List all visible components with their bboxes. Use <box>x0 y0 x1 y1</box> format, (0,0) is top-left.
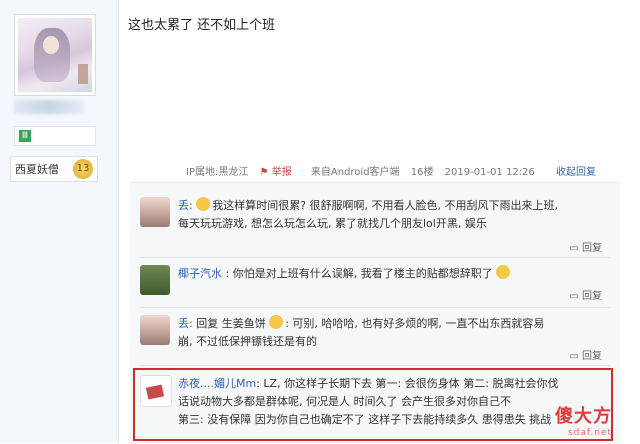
avatar-seal <box>78 64 88 84</box>
reply-text-2: 每天玩玩游戏, 想怎么玩怎么玩, 累了就找几个朋友lol开黑, 娱乐 <box>178 217 487 230</box>
collapse-replies-button[interactable]: 收起回复 <box>556 167 596 178</box>
reply-mention[interactable]: 回复 生姜鱼饼 <box>196 317 266 330</box>
reply-item: 椰子汽水 : 你怕是对上班有什么误解, 我看了楼主的贴都想辞职了 ▭ 回复 <box>140 265 610 305</box>
reply-text-3: 第三: 没有保障 因为你自己也确定不了 这样子下去能持续多久 患得患失 挑战 <box>178 413 552 426</box>
reply-avatar[interactable] <box>140 265 170 295</box>
reply-button-label: 回复 <box>582 351 602 362</box>
reply-body: 丢: 回复 生姜鱼饼 : 可别, 哈哈哈, 也有好多烦的啊, 一直不出东西就容易… <box>178 315 610 351</box>
reply-line: 椰子汽水 : 你怕是对上班有什么误解, 我看了楼主的贴都想辞职了 <box>178 265 610 283</box>
reply-line: 丢: 回复 生姜鱼饼 : 可别, 哈哈哈, 也有好多烦的啊, 一直不出东西就容易 <box>178 315 610 333</box>
reply-text-2: 崩, 不过低保押镖钱还是有的 <box>178 335 317 348</box>
reply-avatar[interactable] <box>140 315 170 345</box>
level-icon: Ⅲ <box>19 130 31 142</box>
reply-body: 椰子汽水 : 你怕是对上班有什么误解, 我看了楼主的贴都想辞职了 <box>178 265 610 283</box>
badge-level-icon: 13 <box>73 159 93 179</box>
watermark-sub: sdaf.net <box>567 428 612 438</box>
reply-button[interactable]: ▭ 回复 <box>569 347 602 362</box>
divider <box>140 257 610 258</box>
reply-item: 丢: 我这样算时间很累? 很舒服啊啊, 不用看人脸色, 不用刮风下雨出来上班, … <box>140 197 610 254</box>
reply-text-2: 话说动物大多都是群体呢, 何况是人 时间久了 会产生很多对你自己不 <box>178 395 511 408</box>
post-source: 来自Android客户端 <box>310 167 400 178</box>
divider <box>140 307 610 308</box>
reply-username[interactable]: 椰子汽水 <box>178 267 222 280</box>
username-blurred[interactable] <box>14 100 84 114</box>
user-avatar[interactable] <box>14 14 96 96</box>
divider <box>140 365 610 366</box>
reply-item: 丢: 回复 生姜鱼饼 : 可别, 哈哈哈, 也有好多烦的啊, 一直不出东西就容易… <box>140 315 610 363</box>
reply-button[interactable]: ▭ 回复 <box>569 287 602 302</box>
reply-username[interactable]: 丢: <box>178 317 193 330</box>
user-level-box: Ⅲ <box>14 126 96 146</box>
floor-number: 16楼 <box>410 167 434 178</box>
smile-emoji-icon <box>196 197 211 211</box>
reply-text: : 可别, 哈哈哈, 也有好多烦的啊, 一直不出东西就容易 <box>285 317 545 330</box>
reply-username[interactable]: 赤夜....媚儿Mm <box>178 377 256 390</box>
reply-line: 丢: 我这样算时间很累? 很舒服啊啊, 不用看人脸色, 不用刮风下雨出来上班, <box>178 197 610 215</box>
site-watermark: 傻大方 sdaf.net <box>555 402 612 438</box>
reply-username[interactable]: 丢: <box>178 199 193 212</box>
watermark-main: 傻大方 <box>555 406 612 427</box>
report-label: 举报 <box>271 167 292 178</box>
reply-avatar[interactable] <box>140 375 172 407</box>
reply-button[interactable]: ▭ 回复 <box>569 239 602 254</box>
ip-location: IP属地:黑龙江 <box>186 167 249 178</box>
avatar-image <box>18 18 92 92</box>
reply-body: 丢: 我这样算时间很累? 很舒服啊啊, 不用看人脸色, 不用刮风下雨出来上班, … <box>178 197 610 233</box>
post-datetime: 2019-01-01 12:26 <box>444 167 535 178</box>
reply-avatar[interactable] <box>140 197 170 227</box>
reply-line: 赤夜....媚儿Mm: LZ, 你这样子长期下去 第一: 会很伤身体 第二: 脱… <box>178 375 610 393</box>
badge-text: 西夏妖僧 <box>15 163 59 176</box>
avatar-face <box>43 36 59 54</box>
post-meta: IP属地:黑龙江 ⚑ 举报 来自Android客户端 16楼 2019-01-0… <box>186 163 604 178</box>
reply-button-label: 回复 <box>582 291 602 302</box>
user-title-badge[interactable]: 西夏妖僧 13 <box>10 156 98 182</box>
reply-text: : LZ, 你这样子长期下去 第一: 会很伤身体 第二: 脱离社会你伐 <box>256 377 559 390</box>
emoji-icon <box>269 315 284 329</box>
reply-body: 赤夜....媚儿Mm: LZ, 你这样子长期下去 第一: 会很伤身体 第二: 脱… <box>178 375 610 429</box>
wink-emoji-icon <box>496 265 511 279</box>
reply-text: 我这样算时间很累? 很舒服啊啊, 不用看人脸色, 不用刮风下雨出来上班, <box>212 199 559 212</box>
reply-list: 丢: 我这样算时间很累? 很舒服啊啊, 不用看人脸色, 不用刮风下雨出来上班, … <box>130 182 620 444</box>
reply-text: : 你怕是对上班有什么误解, 我看了楼主的贴都想辞职了 <box>225 267 493 280</box>
reply-item-highlighted: 赤夜....媚儿Mm: LZ, 你这样子长期下去 第一: 会很伤身体 第二: 脱… <box>140 375 610 439</box>
report-link[interactable]: ⚑ 举报 <box>260 167 300 178</box>
reply-button-label: 回复 <box>582 243 602 254</box>
avatar-card-icon <box>145 384 165 400</box>
post-content: 这也太累了 还不如上个班 <box>128 18 276 33</box>
user-sidebar: Ⅲ 西夏妖僧 13 <box>0 0 119 443</box>
